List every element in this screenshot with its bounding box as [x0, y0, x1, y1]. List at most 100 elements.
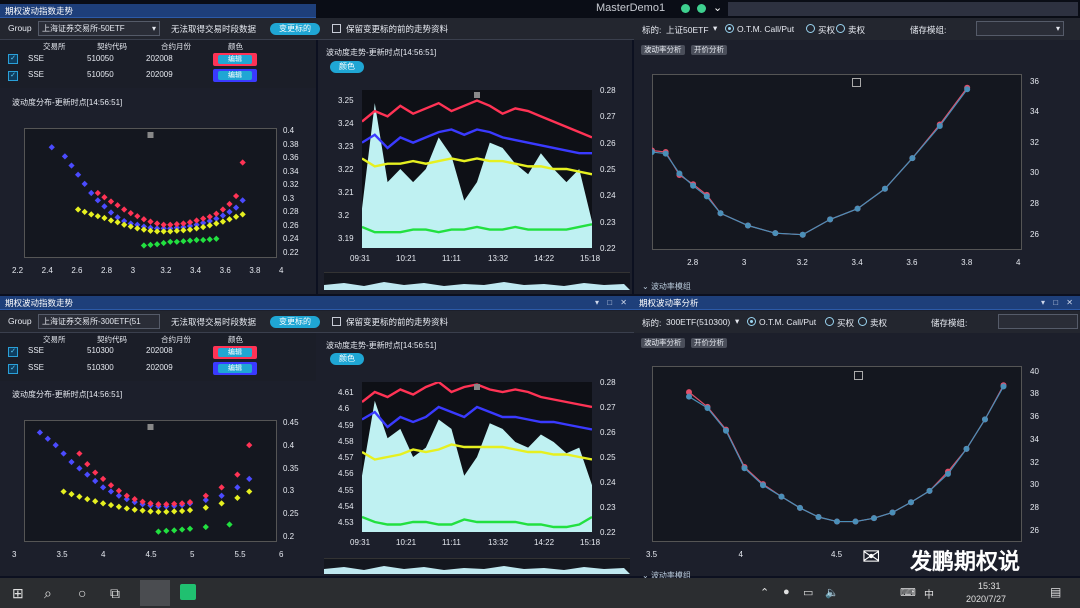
cell-month: 202009 — [146, 363, 173, 372]
model-footer[interactable]: ⌄ 波动率模组 — [642, 281, 691, 292]
app-icon-active[interactable] — [140, 580, 170, 606]
cell-month: 202008 — [146, 346, 173, 355]
collapse-chevron-icon[interactable]: ⌄ — [713, 1, 722, 14]
navigator-bottom[interactable] — [324, 558, 630, 574]
dropdown-arrow-icon[interactable]: ▾ — [735, 316, 739, 327]
tray-expand-icon[interactable]: ⌃ — [760, 586, 769, 599]
data-point — [193, 225, 200, 232]
y-tick-label: 0.25 — [283, 509, 299, 519]
smile-point — [936, 123, 943, 130]
y-tick-label: 0.2 — [283, 532, 295, 541]
call-label: 买权 — [818, 25, 836, 35]
task-view-icon[interactable]: ⧉ — [110, 585, 120, 602]
data-point — [232, 192, 240, 200]
panel-controls[interactable]: ▾ □ ✕ — [595, 296, 630, 310]
panel-controls[interactable]: ▾ □ ✕ — [1041, 296, 1076, 310]
data-point — [88, 211, 95, 218]
search-icon[interactable]: ⌕ — [44, 585, 52, 602]
cortana-icon[interactable]: ○ — [78, 585, 86, 601]
navigator-top[interactable] — [324, 272, 630, 290]
clock-time[interactable]: 15:31 — [978, 581, 1001, 591]
group-select[interactable]: 上海证券交易所-50ETF ▾ — [38, 21, 160, 36]
model-select[interactable]: ▾ — [976, 21, 1064, 36]
color-edit-button[interactable]: 编辑 — [213, 346, 257, 359]
col-code: 契约代码 — [97, 335, 127, 344]
data-point — [107, 209, 115, 216]
smile-point — [815, 514, 822, 521]
data-point — [94, 189, 101, 197]
tab-vol-analysis[interactable]: 波动率分析 — [641, 338, 685, 348]
smile-point — [964, 86, 971, 93]
keep-history-checkbox[interactable] — [332, 317, 341, 326]
data-point — [173, 220, 180, 228]
notification-icon[interactable]: ▤ — [1050, 585, 1061, 599]
tab-vol-analysis[interactable]: 波动率分析 — [641, 45, 685, 55]
keyboard-icon[interactable]: ⌨ — [900, 586, 916, 599]
row-checkbox[interactable]: ✓ — [8, 71, 18, 81]
data-point — [234, 494, 241, 502]
data-point — [200, 215, 207, 222]
model-select[interactable] — [998, 314, 1078, 329]
color-edit-button[interactable]: 编辑 — [213, 53, 257, 66]
legend-box-icon[interactable] — [852, 78, 861, 87]
model-label: 储存模组: — [910, 25, 947, 35]
color-button[interactable]: 颜色 — [330, 61, 364, 73]
group-select[interactable]: 上海证券交易所-300ETF(51 — [38, 314, 160, 329]
otm-radio[interactable] — [725, 24, 734, 33]
smile-line — [688, 385, 1005, 523]
toolbar-bottom: Group 上海证券交易所-300ETF(51 无法取得交易时段数据 变更标的 … — [0, 311, 634, 333]
watermark: ✉ 发鹏期权说 — [862, 540, 1076, 578]
cell-code: 510300 — [87, 346, 114, 355]
cell-month: 202009 — [146, 70, 173, 79]
data-point — [44, 435, 51, 442]
dropdown-arrow-icon[interactable]: ▾ — [713, 23, 717, 34]
tab-price-analysis[interactable]: 开价分析 — [691, 45, 727, 55]
edit-label: 编辑 — [218, 348, 252, 357]
color-button[interactable]: 颜色 — [330, 353, 364, 365]
app-icon-green[interactable] — [180, 584, 196, 600]
tray-app-icon[interactable]: ● — [783, 586, 790, 598]
keep-history-checkbox[interactable] — [332, 24, 341, 33]
data-point — [94, 197, 101, 204]
underlying-select[interactable]: 300ETF(510300) — [666, 317, 730, 327]
data-point — [178, 526, 186, 533]
data-point — [213, 220, 220, 227]
change-underlying-button[interactable]: 变更标的 — [270, 316, 320, 328]
smile-point — [871, 515, 877, 522]
x-tick-label: 3.4 — [851, 258, 863, 267]
clock-date[interactable]: 2020/7/27 — [966, 594, 1006, 604]
color-edit-button[interactable]: 编辑 — [213, 362, 257, 375]
y-right-tick-label: 0.28 — [600, 86, 616, 95]
volume-icon[interactable]: 🔈 — [825, 586, 839, 599]
y-right-tick-label: 0.26 — [600, 138, 616, 148]
row-checkbox[interactable]: ✓ — [8, 364, 18, 374]
y-tick-label: 0.35 — [283, 463, 299, 473]
underlying-select[interactable]: 上证50ETF — [666, 24, 709, 36]
group-select-value: 上海证券交易所-50ETF — [42, 24, 125, 33]
tab-price-analysis[interactable]: 开价分析 — [691, 338, 727, 348]
row-checkbox[interactable]: ✓ — [8, 347, 18, 357]
y-right-tick-label: 0.25 — [600, 165, 616, 174]
put-radio[interactable] — [858, 317, 867, 326]
wechat-icon: ✉ — [862, 544, 881, 569]
legend-box-icon[interactable] — [854, 371, 863, 380]
ime-indicator[interactable]: 中 — [924, 586, 934, 601]
maximize-dot-icon[interactable] — [697, 4, 706, 13]
data-point — [121, 221, 128, 228]
battery-icon[interactable]: ▭ — [803, 586, 813, 599]
dist-title: 波动度分布-更新时点[14:56:51] — [12, 390, 123, 399]
data-point — [246, 488, 253, 495]
row-checkbox[interactable]: ✓ — [8, 54, 18, 64]
windows-start-icon[interactable]: ⊞ — [12, 585, 24, 602]
data-point — [186, 226, 194, 233]
otm-radio[interactable] — [747, 317, 756, 326]
underlying-label: 标的: — [642, 25, 662, 35]
call-radio[interactable] — [806, 24, 815, 33]
data-point — [171, 527, 178, 534]
minimize-dot-icon[interactable] — [681, 4, 690, 13]
put-radio[interactable] — [836, 24, 845, 33]
change-underlying-button[interactable]: 变更标的 — [270, 23, 320, 35]
color-edit-button[interactable]: 编辑 — [213, 69, 257, 82]
edit-label: 编辑 — [218, 71, 252, 80]
call-radio[interactable] — [825, 317, 834, 326]
